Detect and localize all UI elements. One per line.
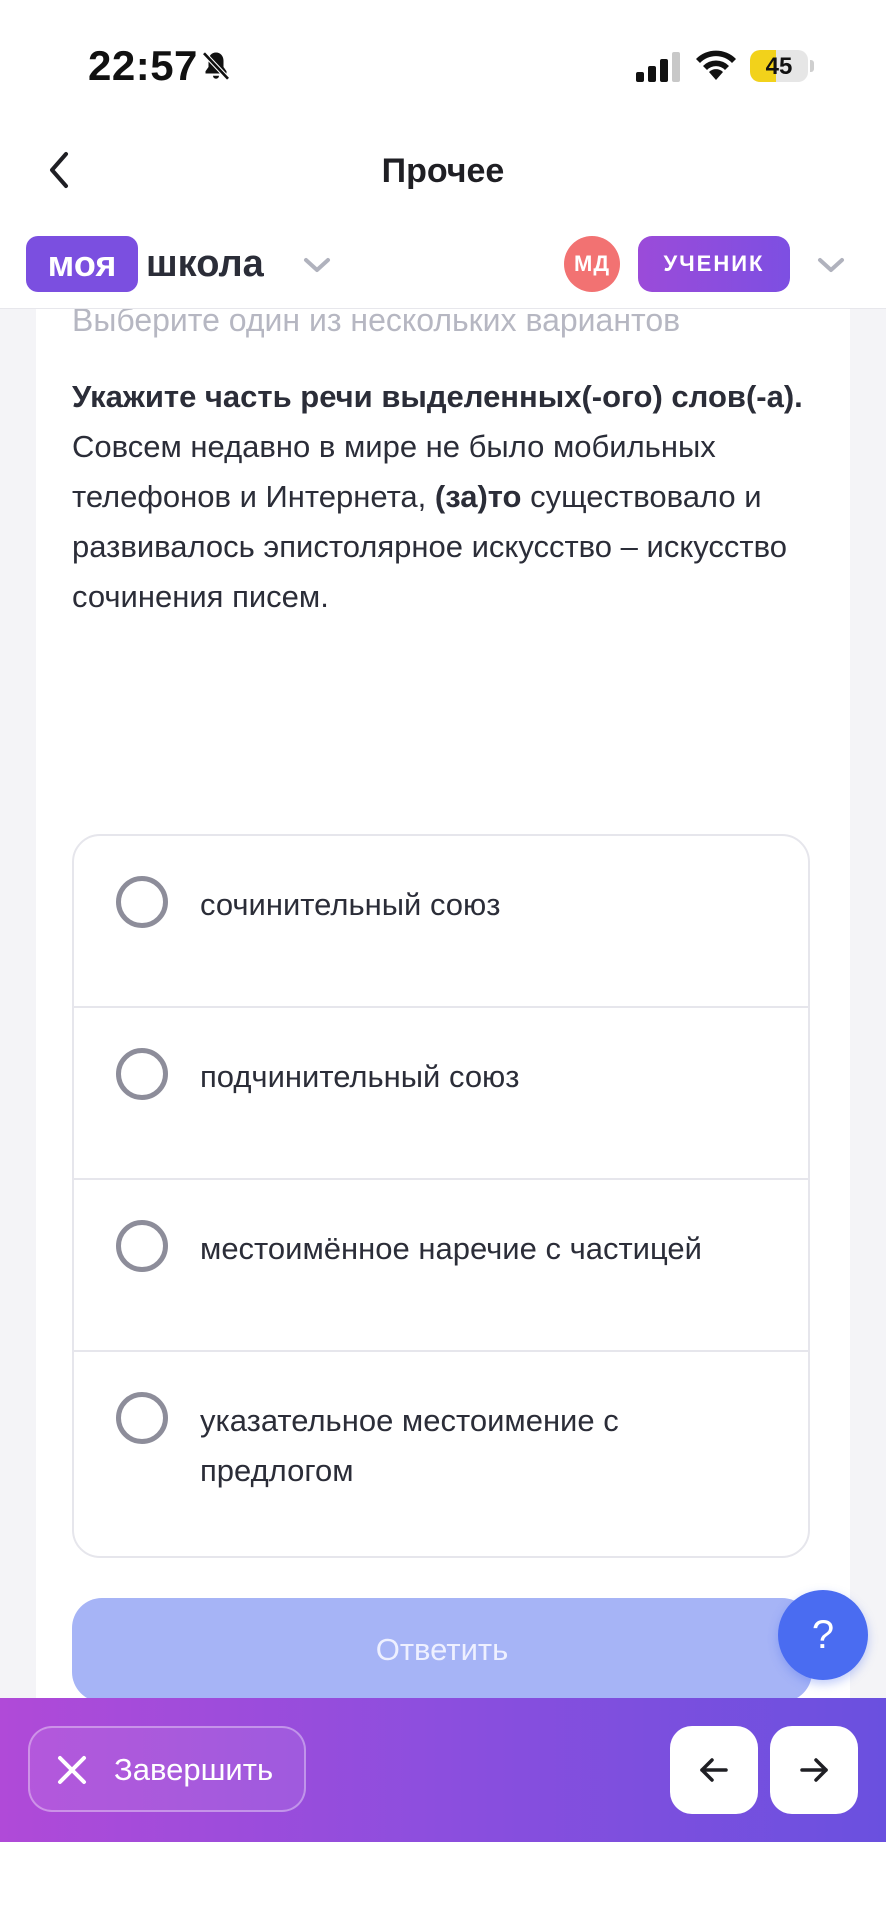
avatar[interactable]: МД (564, 236, 620, 292)
page-title: Прочее (381, 152, 505, 190)
app-header: моя школа МД УЧЕНИК (0, 222, 886, 309)
battery-icon: 45 (750, 50, 808, 82)
answer-option[interactable]: указательное местоимение с предлогом (74, 1352, 808, 1556)
nav-bar: Прочее (0, 120, 886, 222)
question-title: Укажите часть речи выделенных(-ого) слов… (72, 379, 803, 414)
bell-muted-icon (202, 51, 230, 81)
question-text: Укажите часть речи выделенных(-ого) слов… (72, 372, 844, 622)
status-time: 22:57 (88, 42, 198, 89)
battery-tip (810, 60, 814, 72)
answer-options: сочинительный союз подчинительный союз м… (72, 834, 810, 1558)
chevron-down-icon[interactable] (814, 252, 848, 278)
arrow-right-icon (800, 1758, 828, 1782)
close-icon (58, 1756, 86, 1784)
radio-button[interactable] (116, 1048, 168, 1100)
option-label: сочинительный союз (200, 887, 501, 922)
radio-button[interactable] (116, 1220, 168, 1272)
radio-button[interactable] (116, 876, 168, 928)
option-label: указательное местоимение с предлогом (200, 1403, 619, 1488)
wifi-icon (696, 50, 736, 80)
previous-button[interactable] (670, 1726, 758, 1814)
battery-level: 45 (765, 53, 793, 80)
bottom-action-bar: Завершить (0, 1698, 886, 1842)
question-card: Выберите один из нескольких вариантов Ук… (36, 300, 850, 1702)
help-button[interactable]: ? (778, 1590, 868, 1680)
chevron-down-icon[interactable] (300, 252, 334, 278)
question-highlight: (за)то (434, 479, 522, 514)
option-label: подчинительный союз (200, 1059, 520, 1094)
logo-moya[interactable]: моя (26, 236, 138, 292)
finish-label: Завершить (114, 1752, 274, 1787)
answer-option[interactable]: сочинительный союз (74, 836, 808, 1008)
finish-button[interactable]: Завершить (28, 1726, 306, 1812)
next-button[interactable] (770, 1726, 858, 1814)
logo-shkola[interactable]: школа (146, 238, 264, 290)
home-indicator-area (0, 1842, 886, 1920)
arrow-left-icon (700, 1758, 728, 1782)
submit-button[interactable]: Ответить (72, 1598, 812, 1702)
status-bar: 22:57 45 (0, 0, 886, 120)
answer-option[interactable]: местоимённое наречие с частицей (74, 1180, 808, 1352)
answer-option[interactable]: подчинительный союз (74, 1008, 808, 1180)
role-badge[interactable]: УЧЕНИК (638, 236, 790, 292)
cellular-signal-icon (636, 52, 680, 82)
radio-button[interactable] (116, 1392, 168, 1444)
option-label: местоимённое наречие с частицей (200, 1231, 702, 1266)
